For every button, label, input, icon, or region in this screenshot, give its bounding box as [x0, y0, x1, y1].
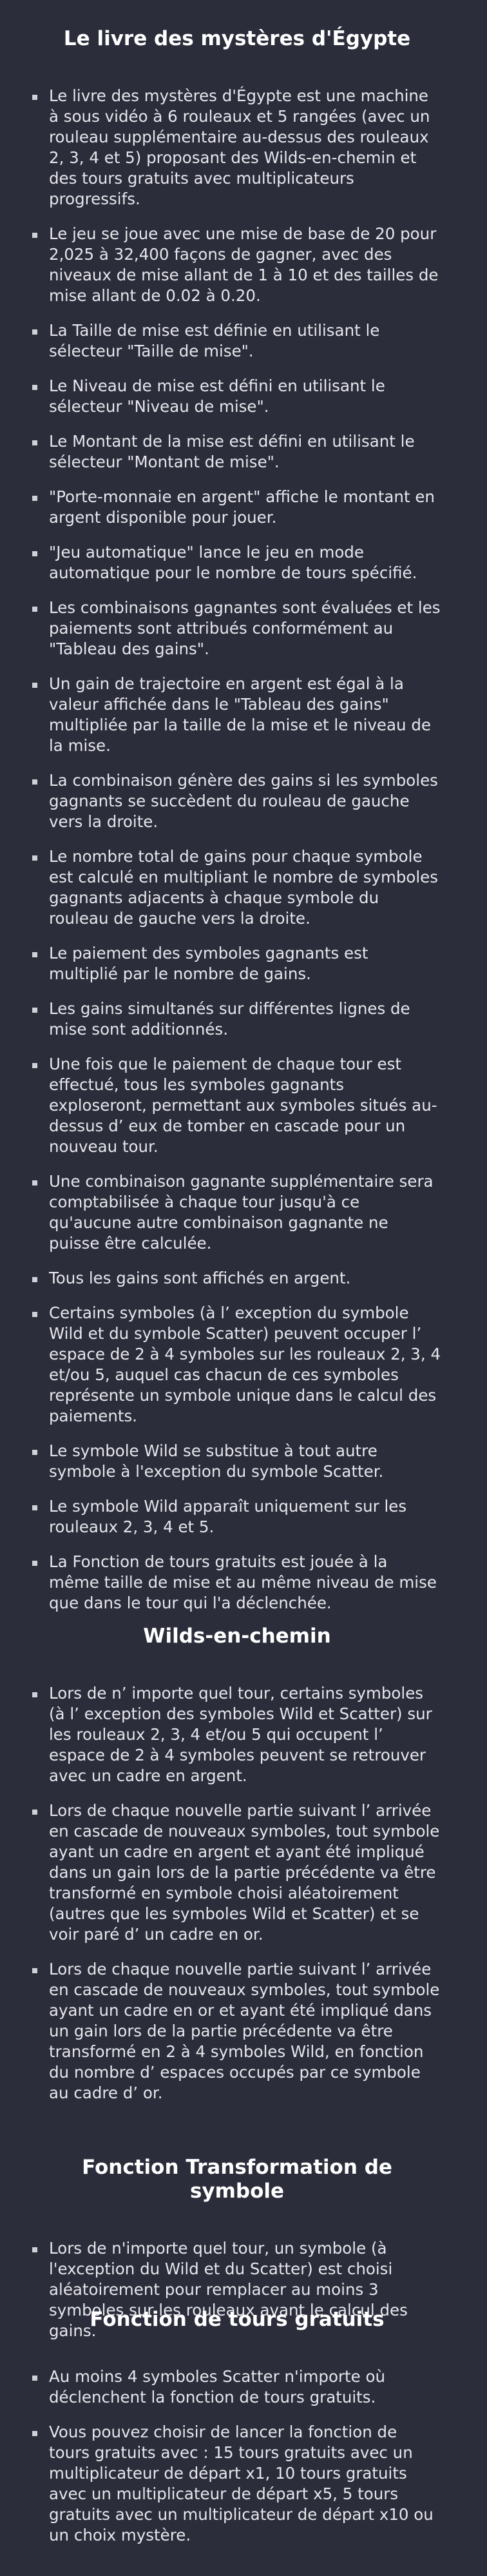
list-item-text: Le livre des mystères d'Égypte est une m… — [49, 86, 430, 209]
list-item-text: Le jeu se joue avec une mise de base de … — [49, 224, 439, 306]
list-item-text: Au moins 4 symboles Scatter n'importe où… — [49, 2367, 386, 2407]
list-item-text: Le nombre total de gains pour chaque sym… — [49, 847, 439, 928]
list-item: Les gains simultanés sur différentes lig… — [32, 999, 442, 1040]
section-title: Fonction Transformation de symbole — [82, 2156, 392, 2203]
bullet-icon — [32, 329, 37, 335]
list-item: La combinaison génère des gains si les s… — [32, 770, 442, 832]
list-item: Au moins 4 symboles Scatter n'importe où… — [32, 2366, 442, 2408]
list-item: Le jeu se joue avec une mise de base de … — [32, 224, 442, 306]
bullet-icon — [32, 1008, 37, 1013]
rules-list: Au moins 4 symboles Scatter n'importe où… — [32, 2366, 442, 2546]
rules-list: Le livre des mystères d'Égypte est une m… — [32, 86, 442, 1614]
bullet-icon — [32, 683, 37, 688]
list-item: Le livre des mystères d'Égypte est une m… — [32, 86, 442, 210]
list-item-text: Le symbole Wild apparaît uniquement sur … — [49, 1497, 407, 1537]
game-rules-page: Le livre des mystères d'Égypte Le livre … — [0, 0, 487, 2576]
list-item-text: La combinaison génère des gains si les s… — [49, 771, 438, 832]
list-item-text: La Fonction de tours gratuits est jouée … — [49, 1552, 437, 1613]
list-item-text: "Porte-monnaie en argent" affiche le mon… — [49, 487, 435, 527]
bullet-icon — [32, 2431, 37, 2437]
bullet-icon — [32, 1063, 37, 1069]
bullet-icon — [32, 1312, 37, 1318]
bullet-icon — [32, 1810, 37, 1815]
list-item: La Fonction de tours gratuits est jouée … — [32, 1552, 442, 1614]
list-item: Lors de n’ importe quel tour, certains s… — [32, 1683, 442, 1786]
bullet-icon — [32, 496, 37, 502]
bullet-icon — [32, 2376, 37, 2381]
list-item: Vous pouvez choisir de lancer la fonctio… — [32, 2422, 442, 2546]
section-free-spins: Fonction de tours gratuits Au moins 4 sy… — [0, 2308, 487, 2560]
rules-list: Lors de n’ importe quel tour, certains s… — [32, 1683, 442, 2103]
list-item: Le paiement des symboles gagnants est mu… — [32, 943, 442, 984]
list-item-text: Les combinaisons gagnantes sont évaluées… — [49, 598, 441, 659]
list-item: Lors de chaque nouvelle partie suivant l… — [32, 1959, 442, 2103]
list-item: Une combinaison gagnante supplémentaire … — [32, 1171, 442, 1254]
list-item: Tous les gains sont affichés en argent. — [32, 1268, 442, 1289]
list-item-text: Le paiement des symboles gagnants est mu… — [49, 944, 368, 984]
list-item-text: Une combinaison gagnante supplémentaire … — [49, 1172, 434, 1253]
bullet-icon — [32, 1277, 37, 1283]
section-title: Le livre des mystères d'Égypte — [63, 27, 411, 50]
list-item-text: "Jeu automatique" lance le jeu en mode a… — [49, 543, 417, 583]
list-item: Le Montant de la mise est défini en util… — [32, 431, 442, 473]
bullet-icon — [32, 440, 37, 446]
list-item: Le Niveau de mise est défini en utilisan… — [32, 376, 442, 417]
bullet-icon — [32, 1692, 37, 1698]
list-item-text: Lors de chaque nouvelle partie suivant l… — [49, 1801, 440, 1944]
bullet-icon — [32, 1450, 37, 1456]
list-item-text: Le Niveau de mise est défini en utilisan… — [49, 376, 385, 416]
list-item: "Porte-monnaie en argent" affiche le mon… — [32, 487, 442, 528]
list-item: Certains symboles (à l’ exception du sym… — [32, 1303, 442, 1427]
bullet-icon — [32, 855, 37, 861]
bullet-icon — [32, 551, 37, 557]
list-item-text: Une fois que le paiement de chaque tour … — [49, 1055, 437, 1156]
list-item: Un gain de trajectoire en argent est éga… — [32, 674, 442, 756]
bullet-icon — [32, 779, 37, 785]
list-item: Le symbole Wild apparaît uniquement sur … — [32, 1496, 442, 1537]
list-item: La Taille de mise est définie en utilisa… — [32, 320, 442, 362]
bullet-icon — [32, 1968, 37, 1974]
list-item-text: Lors de n’ importe quel tour, certains s… — [49, 1684, 432, 1786]
bullet-icon — [32, 1180, 37, 1186]
bullet-icon — [32, 1505, 37, 1511]
list-item: Une fois que le paiement de chaque tour … — [32, 1054, 442, 1157]
bullet-icon — [32, 952, 37, 958]
list-item-text: Les gains simultanés sur différentes lig… — [49, 999, 410, 1039]
list-item-text: La Taille de mise est définie en utilisa… — [49, 321, 380, 361]
bullet-icon — [32, 1561, 37, 1566]
list-item-text: Le Montant de la mise est défini en util… — [49, 432, 415, 472]
list-item-text: Un gain de trajectoire en argent est éga… — [49, 674, 431, 756]
section-wilds-en-chemin: Wilds-en-chemin Lors de n’ importe quel … — [0, 1625, 487, 2118]
list-item-text: Lors de chaque nouvelle partie suivant l… — [49, 1960, 440, 2103]
list-item: "Jeu automatique" lance le jeu en mode a… — [32, 542, 442, 583]
list-item: Les combinaisons gagnantes sont évaluées… — [32, 598, 442, 659]
list-item: Lors de chaque nouvelle partie suivant l… — [32, 1800, 442, 1945]
bullet-icon — [32, 2247, 37, 2253]
list-item-text: Le symbole Wild se substitue à tout autr… — [49, 1441, 384, 1481]
list-item: Le nombre total de gains pour chaque sym… — [32, 846, 442, 929]
bullet-icon — [32, 233, 37, 239]
bullet-icon — [32, 95, 37, 101]
bullet-icon — [32, 385, 37, 391]
section-title: Fonction de tours gratuits — [90, 2308, 385, 2331]
bullet-icon — [32, 607, 37, 612]
section-title: Wilds-en-chemin — [143, 1625, 331, 1648]
section-game-overview: Le livre des mystères d'Égypte Le livre … — [0, 27, 487, 1628]
list-item-text: Vous pouvez choisir de lancer la fonctio… — [49, 2423, 434, 2545]
list-item: Le symbole Wild se substitue à tout autr… — [32, 1441, 442, 1482]
list-item-text: Certains symboles (à l’ exception du sym… — [49, 1303, 441, 1426]
list-item-text: Tous les gains sont affichés en argent. — [49, 1269, 351, 1288]
